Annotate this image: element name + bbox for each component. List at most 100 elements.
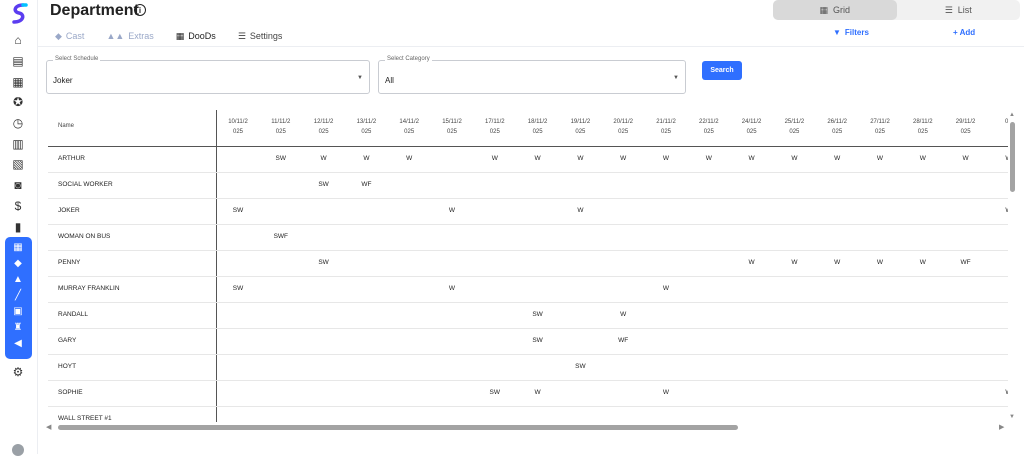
clipboard-icon[interactable]: ▥ bbox=[9, 135, 27, 153]
schedule-cell[interactable]: SW bbox=[261, 155, 301, 162]
search-button[interactable]: Search bbox=[702, 61, 742, 80]
date-column-header: 21/11/2 025 bbox=[656, 119, 676, 135]
schedule-cell[interactable]: W bbox=[689, 155, 729, 162]
app-logo[interactable] bbox=[8, 3, 30, 25]
info-icon[interactable]: i bbox=[134, 4, 146, 16]
schedule-cell[interactable]: W bbox=[732, 155, 772, 162]
schedule-cell[interactable]: W bbox=[817, 259, 857, 266]
tabs-divider bbox=[38, 46, 1024, 47]
date-column-header: 11/11/2 025 bbox=[271, 119, 291, 135]
schedule-cell[interactable]: W bbox=[475, 155, 515, 162]
schedule-cell[interactable]: W bbox=[903, 259, 943, 266]
schedule-select[interactable]: Select Schedule Joker ▼ bbox=[46, 56, 370, 94]
schedule-cell[interactable]: W bbox=[346, 155, 386, 162]
date-column-header: 22/11/2 025 bbox=[699, 119, 719, 135]
people-icon[interactable]: ▲ bbox=[9, 272, 27, 286]
schedule-cell[interactable]: W bbox=[988, 155, 1008, 162]
settings-gear-icon[interactable]: ⚙ bbox=[9, 363, 27, 381]
schedule-cell[interactable]: SW bbox=[475, 389, 515, 396]
filter-icon: ▼ bbox=[833, 28, 841, 37]
tab-settings[interactable]: ☰ Settings bbox=[238, 31, 283, 42]
scroll-right-icon[interactable]: ▶ bbox=[999, 423, 1004, 431]
schedule-cell[interactable]: SWF bbox=[261, 233, 301, 240]
schedule-cell[interactable]: W bbox=[432, 285, 472, 292]
tab-cast[interactable]: ◆ Cast bbox=[55, 31, 84, 42]
schedule-cell[interactable]: W bbox=[432, 207, 472, 214]
list-view-label: List bbox=[957, 5, 972, 15]
schedule-cell[interactable]: W bbox=[603, 155, 643, 162]
schedule-cell[interactable]: SW bbox=[218, 207, 258, 214]
schedule-cell[interactable]: W bbox=[518, 155, 558, 162]
schedule-cell[interactable]: W bbox=[304, 155, 344, 162]
schedule-cell[interactable]: W bbox=[903, 155, 943, 162]
schedule-cell[interactable]: WF bbox=[603, 337, 643, 344]
table-row: PENNY SW W W W W W WF bbox=[48, 251, 1008, 277]
schedule-cell[interactable]: SW bbox=[518, 311, 558, 318]
clapperboard-icon[interactable]: ▦ bbox=[9, 73, 27, 91]
schedule-cell[interactable]: W bbox=[988, 389, 1008, 396]
schedule-select-value: Joker bbox=[53, 76, 73, 85]
horizontal-scrollbar[interactable]: ◀ ▶ bbox=[46, 424, 1008, 431]
file-check-icon[interactable]: ▧ bbox=[9, 155, 27, 173]
category-select[interactable]: Select Category All ▼ bbox=[378, 56, 686, 94]
table-row: ARTHURSWWWWWWWWWWWWWWWWW bbox=[48, 147, 1008, 173]
schedule-cell[interactable]: SW bbox=[304, 259, 344, 266]
schedule-cell[interactable]: W bbox=[946, 155, 986, 162]
schedule-cell[interactable]: W bbox=[646, 285, 686, 292]
schedule-cell[interactable]: W bbox=[518, 389, 558, 396]
schedule-cell[interactable]: W bbox=[389, 155, 429, 162]
filters-button[interactable]: ▼ Filters bbox=[833, 28, 869, 37]
date-column-header: 01 bbox=[1005, 119, 1008, 125]
table-row: WALL STREET #1 bbox=[48, 407, 1008, 422]
grid-view-button[interactable]: ▦ Grid bbox=[773, 0, 897, 20]
schedule-cell[interactable]: W bbox=[860, 259, 900, 266]
add-button[interactable]: + Add bbox=[953, 28, 975, 37]
schedule-cell[interactable]: W bbox=[560, 155, 600, 162]
costume-icon[interactable]: ♜ bbox=[9, 320, 27, 334]
cast-name: PENNY bbox=[58, 259, 81, 266]
schedule-cell[interactable]: W bbox=[817, 155, 857, 162]
schedule-cell[interactable]: W bbox=[774, 155, 814, 162]
schedule-cell[interactable]: WF bbox=[946, 259, 986, 266]
film-reel-icon[interactable]: ✪ bbox=[9, 93, 27, 111]
table-row: WOMAN ON BUS SWF bbox=[48, 225, 1008, 251]
schedule-cell[interactable]: W bbox=[603, 311, 643, 318]
grid-apps-icon[interactable]: ▦ bbox=[9, 240, 27, 254]
scroll-left-icon[interactable]: ◀ bbox=[46, 423, 51, 431]
clock-icon[interactable]: ◷ bbox=[9, 114, 27, 132]
schedule-cell[interactable]: W bbox=[774, 259, 814, 266]
scroll-down-icon[interactable]: ▼ bbox=[1009, 414, 1015, 420]
bar-chart-icon[interactable]: ▮ bbox=[9, 218, 27, 236]
schedule-cell[interactable]: W bbox=[646, 389, 686, 396]
schedule-cell[interactable]: SW bbox=[218, 285, 258, 292]
speaker-icon[interactable]: ◀ bbox=[9, 336, 27, 350]
schedule-cell[interactable]: W bbox=[560, 207, 600, 214]
tab-extras[interactable]: ▲▲ Extras bbox=[106, 31, 153, 41]
schedule-cell[interactable]: WF bbox=[346, 181, 386, 188]
dollar-icon[interactable]: $ bbox=[9, 197, 27, 215]
schedule-cell[interactable]: W bbox=[646, 155, 686, 162]
brush-icon[interactable]: ╱ bbox=[9, 288, 27, 302]
contact-icon[interactable]: ◙ bbox=[9, 176, 27, 194]
image-icon[interactable]: ▣ bbox=[9, 304, 27, 318]
horizontal-scroll-thumb[interactable] bbox=[58, 425, 738, 430]
schedule-cell[interactable]: W bbox=[732, 259, 772, 266]
cast-icon[interactable]: ◆ bbox=[9, 256, 27, 270]
schedule-cell[interactable]: SW bbox=[304, 181, 344, 188]
list-view-button[interactable]: ☰ List bbox=[897, 0, 1021, 20]
date-column-header: 13/11/2 025 bbox=[356, 119, 377, 135]
schedule-cell[interactable]: W bbox=[988, 207, 1008, 214]
home-icon[interactable]: ⌂ bbox=[9, 31, 27, 49]
date-column-header: 17/11/2 025 bbox=[485, 119, 505, 135]
user-avatar[interactable] bbox=[12, 444, 24, 456]
vertical-scrollbar[interactable]: ▲ ▼ bbox=[1009, 112, 1016, 420]
schedule-cell[interactable]: SW bbox=[518, 337, 558, 344]
tab-label: Extras bbox=[128, 31, 154, 41]
tab-doods[interactable]: ▦ DooDs bbox=[176, 31, 216, 42]
document-icon[interactable]: ▤ bbox=[9, 52, 27, 70]
tab-label: Settings bbox=[249, 31, 283, 41]
scroll-up-icon[interactable]: ▲ bbox=[1009, 112, 1015, 118]
schedule-cell[interactable]: SW bbox=[560, 363, 600, 370]
vertical-scroll-thumb[interactable] bbox=[1010, 122, 1015, 192]
schedule-cell[interactable]: W bbox=[860, 155, 900, 162]
